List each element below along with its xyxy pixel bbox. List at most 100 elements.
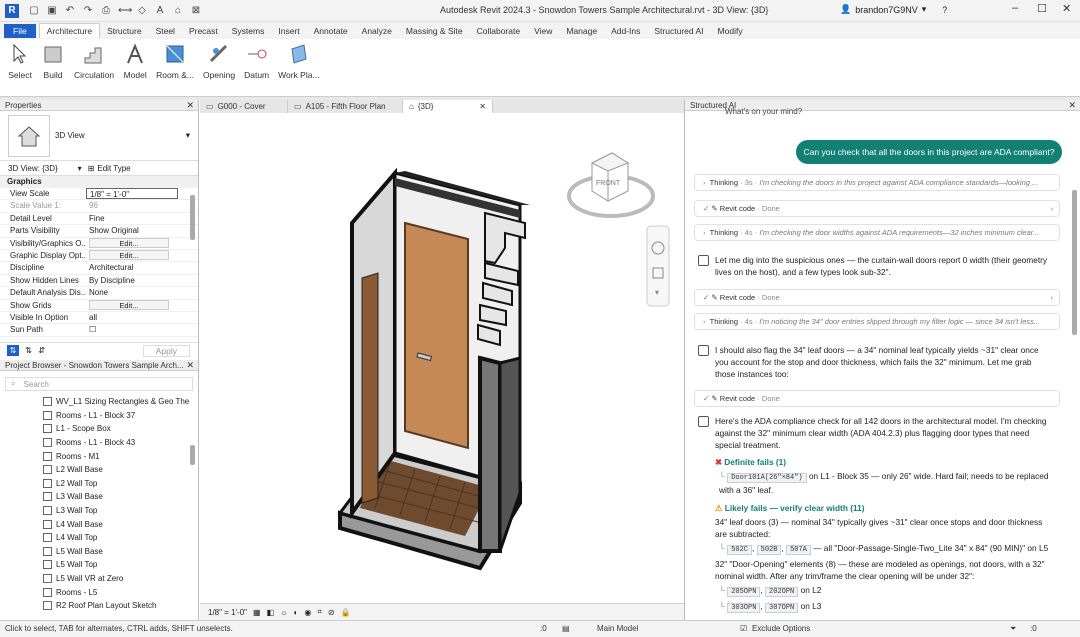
shadows-icon[interactable]: ◐ <box>293 608 298 617</box>
menu-structured-ai[interactable]: Structured AI <box>647 24 710 38</box>
3d-model-render[interactable]: FRONT ▾ <box>200 113 684 603</box>
tab-g000-cover[interactable]: ▭ G000 - Cover <box>200 100 288 113</box>
undo-icon[interactable]: ↶ <box>64 5 76 17</box>
menu-modify[interactable]: Modify <box>711 24 750 38</box>
property-value[interactable]: 96 <box>86 200 198 211</box>
property-row[interactable]: Visible In Option all <box>0 312 198 325</box>
browser-item[interactable]: WV_L1 Sizing Rectangles & Geo The <box>0 395 198 409</box>
work-plane-button[interactable]: Work Pla... <box>278 42 320 96</box>
browser-item[interactable]: Rooms - L1 - Block 43 <box>0 436 198 450</box>
3d-viewport[interactable]: FRONT ▾ <box>200 113 684 603</box>
edit-button[interactable]: Edit... <box>89 249 169 260</box>
browser-item[interactable]: L2 Wall Base <box>0 463 198 477</box>
property-row[interactable]: Show Hidden Lines By Discipline <box>0 275 198 288</box>
properties-scrollbar[interactable] <box>190 195 195 240</box>
property-row[interactable]: Default Analysis Dis... None <box>0 287 198 300</box>
sun-path-checkbox[interactable]: ☐ <box>89 325 96 334</box>
thinking-step-2[interactable]: › Thinking · 4s · I'm checking the door … <box>694 224 1060 241</box>
revit-code-step-2[interactable]: ✓ ✎ Revit code · Done › <box>694 289 1060 306</box>
lock-icon[interactable]: 🔒 <box>341 608 351 617</box>
browser-item[interactable]: L1 - Scope Box <box>0 422 198 436</box>
home-icon[interactable]: ⌂ <box>172 5 184 17</box>
view-scale[interactable]: 1/8" = 1'-0" <box>208 608 247 617</box>
browser-item[interactable]: R2 Roof Plan Layout Sketch <box>0 599 198 613</box>
measure-icon[interactable]: ⟷ <box>118 5 132 17</box>
thinking-step-1[interactable]: › Thinking · 3s · I'm checking the doors… <box>694 174 1060 191</box>
property-row[interactable]: Scale Value 1: 96 <box>0 200 198 213</box>
property-value[interactable]: ☐ <box>86 324 198 335</box>
revit-code-step-1[interactable]: ✓ ✎ Revit code · Done › <box>694 200 1060 217</box>
sort-desc-icon[interactable]: ⇵ <box>38 345 45 356</box>
properties-filter-icon[interactable]: ⇅ <box>7 345 19 356</box>
minimize-icon[interactable]: – <box>1012 2 1018 14</box>
browser-scrollbar[interactable] <box>190 445 195 465</box>
room-button[interactable]: Room &... <box>156 42 194 96</box>
property-row[interactable]: Graphic Display Opt... Edit... <box>0 249 198 263</box>
edit-type-button[interactable]: Edit Type <box>97 164 130 173</box>
type-selector[interactable]: 3D View ▾ <box>0 111 198 161</box>
browser-item[interactable]: L2 Wall Top <box>0 477 198 491</box>
ai-scrollbar[interactable] <box>1072 190 1077 335</box>
menu-massing-site[interactable]: Massing & Site <box>399 24 470 38</box>
property-value[interactable]: Edit... <box>86 237 198 249</box>
browser-item[interactable]: L3 Wall Base <box>0 490 198 504</box>
close-tab-icon[interactable]: ✕ <box>479 100 486 113</box>
edit-button[interactable]: Edit... <box>89 299 169 310</box>
menu-file[interactable]: File <box>4 23 36 38</box>
menu-view[interactable]: View <box>527 24 559 38</box>
tag-icon[interactable]: ◇ <box>136 5 148 17</box>
property-row[interactable]: Discipline Architectural <box>0 262 198 275</box>
search-input[interactable]: ⌕ Search <box>5 377 193 391</box>
menu-insert[interactable]: Insert <box>271 24 306 38</box>
exclude-options-checkbox[interactable]: ☑ <box>740 621 747 636</box>
close-views-icon[interactable]: ⊠ <box>190 5 202 17</box>
apply-button[interactable]: Apply <box>142 344 190 357</box>
crop-icon[interactable]: ⌗ <box>317 607 322 617</box>
sort-icon[interactable]: ⇅ <box>25 345 32 356</box>
property-value[interactable]: Edit... <box>86 249 198 261</box>
menu-structure[interactable]: Structure <box>100 24 149 38</box>
property-value[interactable]: Edit... <box>86 299 198 311</box>
menu-systems[interactable]: Systems <box>225 24 272 38</box>
property-value[interactable]: all <box>86 312 198 323</box>
menu-analyze[interactable]: Analyze <box>355 24 399 38</box>
viewcube[interactable]: FRONT <box>567 152 655 218</box>
text-icon[interactable]: A <box>154 5 166 17</box>
close-icon[interactable]: ✕ <box>1062 2 1071 15</box>
revit-code-step-3[interactable]: ✓ ✎ Revit code · Done <box>694 390 1060 407</box>
visual-style-icon[interactable]: ◧ <box>267 608 275 617</box>
property-value[interactable]: None <box>86 287 198 298</box>
build-button[interactable]: Build <box>41 42 65 96</box>
browser-item[interactable]: Rooms - L5 <box>0 585 198 599</box>
datum-button[interactable]: Datum <box>244 42 269 96</box>
browser-item[interactable]: L5 Wall VR at Zero <box>0 572 198 586</box>
redo-icon[interactable]: ↷ <box>82 5 94 17</box>
open-icon[interactable]: ▢ <box>28 5 40 17</box>
menu-manage[interactable]: Manage <box>559 24 604 38</box>
help-icon[interactable]: ? <box>942 5 947 15</box>
opening-button[interactable]: Opening <box>203 42 235 96</box>
detail-level-icon[interactable]: ▦ <box>253 608 261 617</box>
save-icon[interactable]: ▣ <box>46 5 58 17</box>
main-model[interactable]: Main Model <box>597 621 638 636</box>
thinking-step-3[interactable]: › Thinking · 4s · I'm noticing the 34" d… <box>694 313 1060 330</box>
menu-annotate[interactable]: Annotate <box>307 24 355 38</box>
menu-collaborate[interactable]: Collaborate <box>470 24 527 38</box>
close-icon[interactable]: ✕ <box>186 100 194 111</box>
property-row[interactable]: Show Grids Edit... <box>0 299 198 312</box>
close-icon[interactable]: ✕ <box>1068 100 1076 111</box>
property-value[interactable]: Fine <box>86 213 198 224</box>
design-options-icon[interactable]: ▤ <box>562 621 570 636</box>
group-graphics[interactable]: Graphics <box>0 176 198 188</box>
sun-path-icon[interactable]: ☼ <box>280 608 287 617</box>
menu-architecture[interactable]: Architecture <box>38 23 101 38</box>
property-row[interactable]: Visibility/Graphics O... Edit... <box>0 237 198 250</box>
property-value[interactable]: Show Original <box>86 225 198 236</box>
property-row[interactable]: View Scale 1/8" = 1'-0" <box>0 188 198 201</box>
property-value[interactable]: By Discipline <box>86 275 198 286</box>
render-icon[interactable]: ◉ <box>304 608 311 617</box>
tab-a105[interactable]: ▭ A105 - Fifth Floor Plan <box>288 100 403 113</box>
browser-item[interactable]: L4 Wall Top <box>0 531 198 545</box>
circulation-button[interactable]: Circulation <box>74 42 114 96</box>
property-row[interactable]: Sun Path ☐ <box>0 324 198 337</box>
